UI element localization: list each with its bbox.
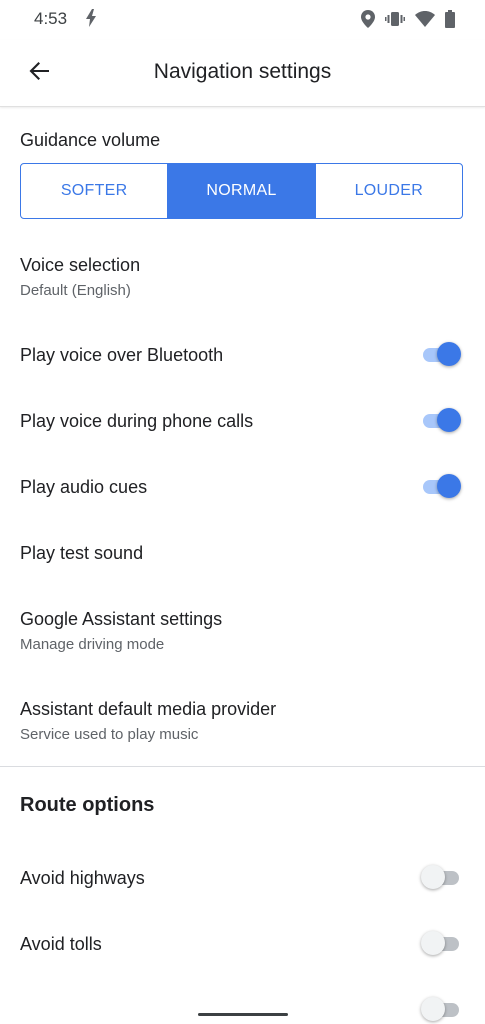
play-audio-cues-label: Play audio cues: [20, 477, 148, 497]
volume-softer-button[interactable]: SOFTER: [21, 164, 167, 218]
next-route-option-toggle[interactable]: [421, 997, 461, 1023]
media-provider-row[interactable]: Assistant default media provider Service…: [20, 699, 465, 743]
status-bar: 4:53: [0, 0, 485, 40]
assistant-settings-subtitle: Manage driving mode: [20, 636, 165, 653]
volume-louder-button[interactable]: LOUDER: [314, 164, 462, 218]
play-voice-bluetooth-row[interactable]: Play voice over Bluetooth: [20, 345, 465, 366]
home-indicator[interactable]: [198, 1013, 288, 1016]
avoid-highways-label: Avoid highways: [20, 868, 145, 888]
route-options-heading: Route options: [20, 794, 155, 816]
location-icon: [361, 10, 375, 33]
play-voice-calls-label: Play voice during phone calls: [20, 411, 254, 431]
assistant-settings-title: Google Assistant settings: [20, 609, 223, 629]
avoid-tolls-toggle[interactable]: [421, 931, 461, 957]
media-provider-subtitle: Service used to play music: [20, 726, 199, 743]
play-audio-cues-toggle[interactable]: [421, 474, 461, 500]
volume-normal-button[interactable]: NORMAL: [167, 164, 315, 218]
play-test-sound-row[interactable]: Play test sound: [20, 543, 465, 564]
voice-selection-title: Voice selection: [20, 255, 141, 275]
app-bar: Navigation settings: [0, 40, 485, 107]
guidance-volume-selector: SOFTER NORMAL LOUDER: [20, 163, 463, 219]
voice-selection-value: Default (English): [20, 282, 131, 299]
wifi-icon: [415, 11, 435, 32]
status-time: 4:53: [34, 9, 68, 28]
voice-selection-row[interactable]: Voice selection Default (English): [20, 255, 465, 299]
avoid-tolls-label: Avoid tolls: [20, 934, 102, 954]
status-icons: [361, 10, 455, 33]
avoid-highways-toggle[interactable]: [421, 865, 461, 891]
page-title: Navigation settings: [153, 60, 332, 83]
play-test-sound-label: Play test sound: [20, 543, 144, 563]
battery-icon: [445, 10, 455, 33]
guidance-volume-label: Guidance volume: [20, 130, 161, 150]
assistant-settings-row[interactable]: Google Assistant settings Manage driving…: [20, 609, 465, 653]
media-provider-title: Assistant default media provider: [20, 699, 277, 719]
play-voice-calls-toggle[interactable]: [421, 408, 461, 434]
play-voice-bluetooth-label: Play voice over Bluetooth: [20, 345, 224, 365]
play-audio-cues-row[interactable]: Play audio cues: [20, 477, 465, 498]
flash-icon: [84, 9, 98, 32]
avoid-highways-row[interactable]: Avoid highways: [20, 868, 465, 889]
avoid-tolls-row[interactable]: Avoid tolls: [20, 934, 465, 955]
section-divider: [0, 766, 485, 767]
vibrate-icon: [385, 11, 405, 32]
play-voice-bluetooth-toggle[interactable]: [421, 342, 461, 368]
play-voice-calls-row[interactable]: Play voice during phone calls: [20, 411, 465, 432]
